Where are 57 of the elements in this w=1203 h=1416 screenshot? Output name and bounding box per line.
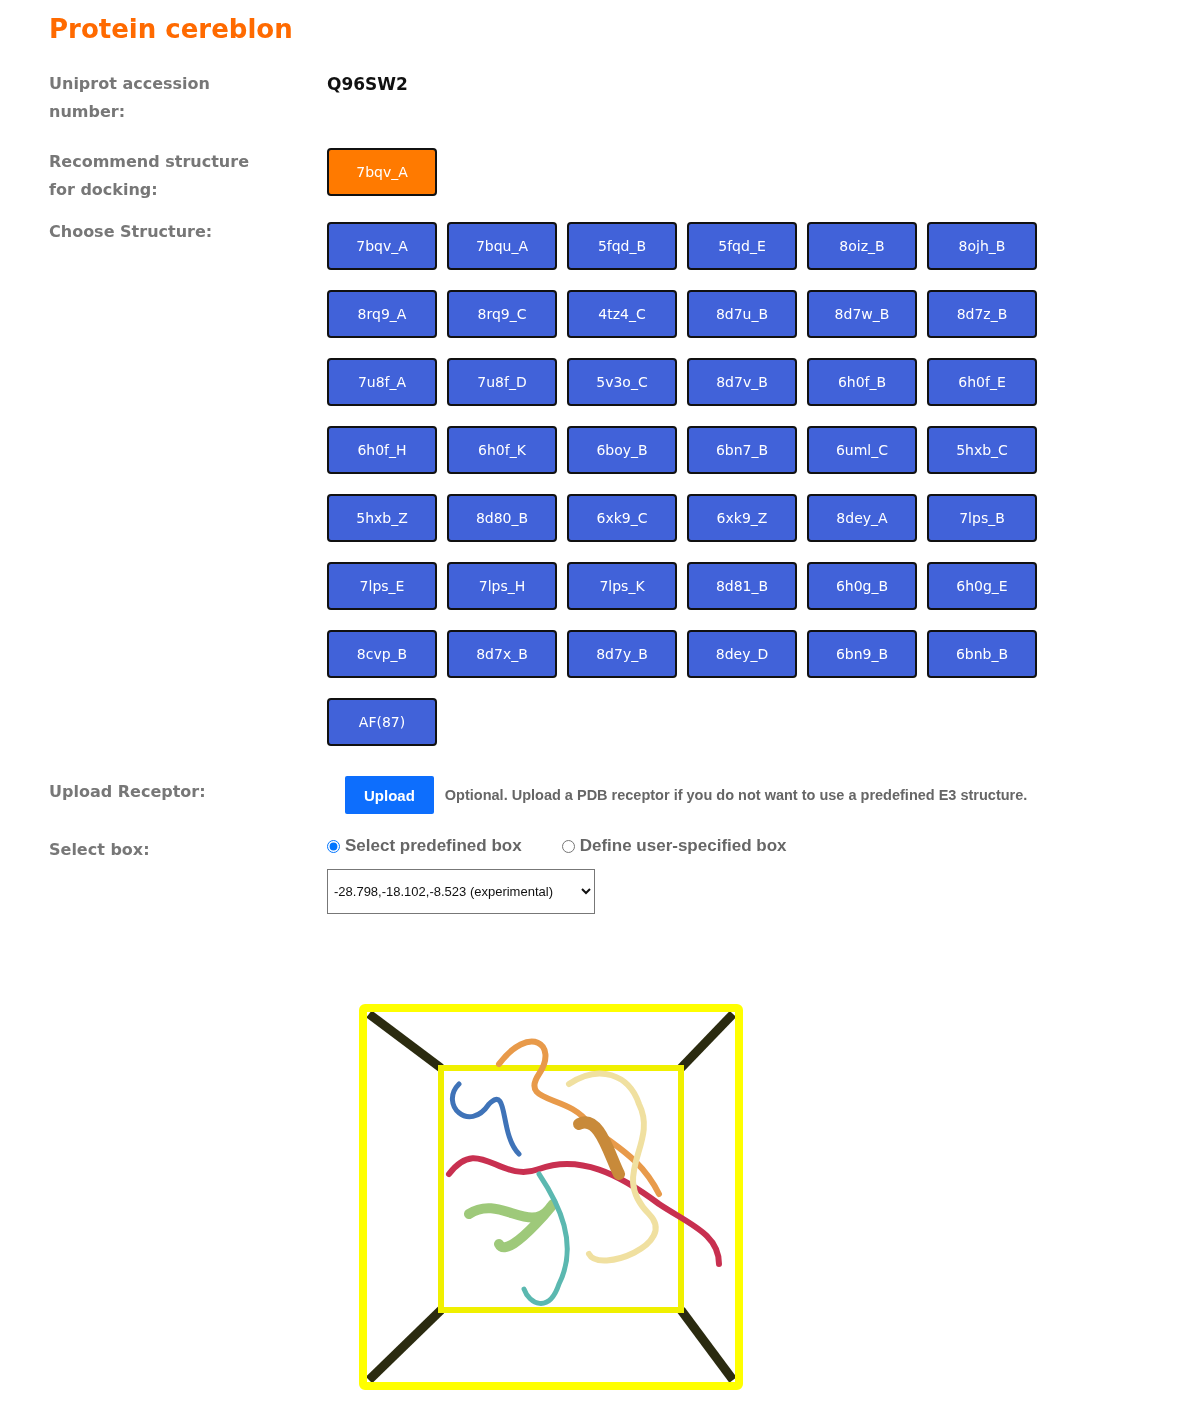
structure-button[interactable]: 6h0f_E [927, 358, 1037, 406]
structure-button[interactable]: 7u8f_D [447, 358, 557, 406]
structure-button[interactable]: 6h0f_K [447, 426, 557, 474]
structure-button[interactable]: 6bn9_B [807, 630, 917, 678]
structure-button[interactable]: 8oiz_B [807, 222, 917, 270]
structure-button[interactable]: 6bn7_B [687, 426, 797, 474]
structure-button[interactable]: 6h0f_B [807, 358, 917, 406]
structure-button[interactable]: 5fqd_B [567, 222, 677, 270]
structure-button[interactable]: 8d7v_B [687, 358, 797, 406]
page-title: Protein cereblon [49, 14, 294, 44]
structure-button[interactable]: 5fqd_E [687, 222, 797, 270]
structure-button[interactable]: 5hxb_C [927, 426, 1037, 474]
box-option[interactable]: Select predefined box [327, 836, 522, 856]
structure-button[interactable]: 6xk9_Z [687, 494, 797, 542]
structure-button[interactable]: 8d80_B [447, 494, 557, 542]
structure-button[interactable]: 7lps_K [567, 562, 677, 610]
structure-button[interactable]: 8rq9_A [327, 290, 437, 338]
accession-value: Q96SW2 [327, 73, 409, 96]
structure-button[interactable]: 7bqu_A [447, 222, 557, 270]
field-label: Upload Receptor: [49, 781, 207, 803]
radio-button[interactable] [561, 839, 575, 853]
field-label: Uniprot accession number: [49, 73, 211, 123]
structure-button[interactable]: 8d7w_B [807, 290, 917, 338]
structure-button[interactable]: 8d7y_B [567, 630, 677, 678]
structure-button[interactable]: AF(87) [327, 698, 437, 746]
structure-button[interactable]: 6uml_C [807, 426, 917, 474]
field-label: Choose Structure: [49, 221, 214, 243]
structure-button[interactable]: 8dey_D [687, 630, 797, 678]
structure-button[interactable]: 6h0g_E [927, 562, 1037, 610]
box-dropdown[interactable]: -28.798,-18.102,-8.523 (experimental) [327, 868, 595, 914]
radio-button[interactable] [327, 839, 340, 853]
box-option[interactable]: Define user-specified box [561, 836, 787, 856]
field-label: Select box: [49, 839, 151, 861]
structure-button[interactable]: 7lps_B [927, 494, 1037, 542]
structure-button[interactable]: 8ojh_B [927, 222, 1037, 270]
structure-button[interactable]: 8d7x_B [447, 630, 557, 678]
structure-button[interactable]: 8rq9_C [447, 290, 557, 338]
structure-button[interactable]: 7lps_H [447, 562, 557, 610]
upload-hint: Optional. Upload a PDB receptor if you do not want to use a predefined E3 structure. [444, 787, 1028, 803]
structure-button[interactable]: 5hxb_Z [327, 494, 437, 542]
structure-button[interactable]: 8d7u_B [687, 290, 797, 338]
structure-button[interactable]: 5v3o_C [567, 358, 677, 406]
structure-button[interactable]: 4tz4_C [567, 290, 677, 338]
structure-button[interactable]: 6boy_B [567, 426, 677, 474]
structure-button[interactable]: 8d81_B [687, 562, 797, 610]
structure-button[interactable]: 8d7z_B [927, 290, 1037, 338]
field-label: Recommend structure for docking: [49, 151, 250, 201]
structure-button[interactable]: 7bqv_A [327, 222, 437, 270]
structure-button[interactable]: 6h0g_B [807, 562, 917, 610]
structure-button[interactable]: 8cvp_B [327, 630, 437, 678]
structure-button[interactable]: 6xk9_C [567, 494, 677, 542]
structure-button[interactable]: 7u8f_A [327, 358, 437, 406]
structure-button[interactable]: 6bnb_B [927, 630, 1037, 678]
structure-button[interactable]: 6h0f_H [327, 426, 437, 474]
structure-button[interactable]: 8dey_A [807, 494, 917, 542]
structure-button[interactable]: 7lps_E [327, 562, 437, 610]
upload-button[interactable]: Upload [345, 776, 434, 814]
